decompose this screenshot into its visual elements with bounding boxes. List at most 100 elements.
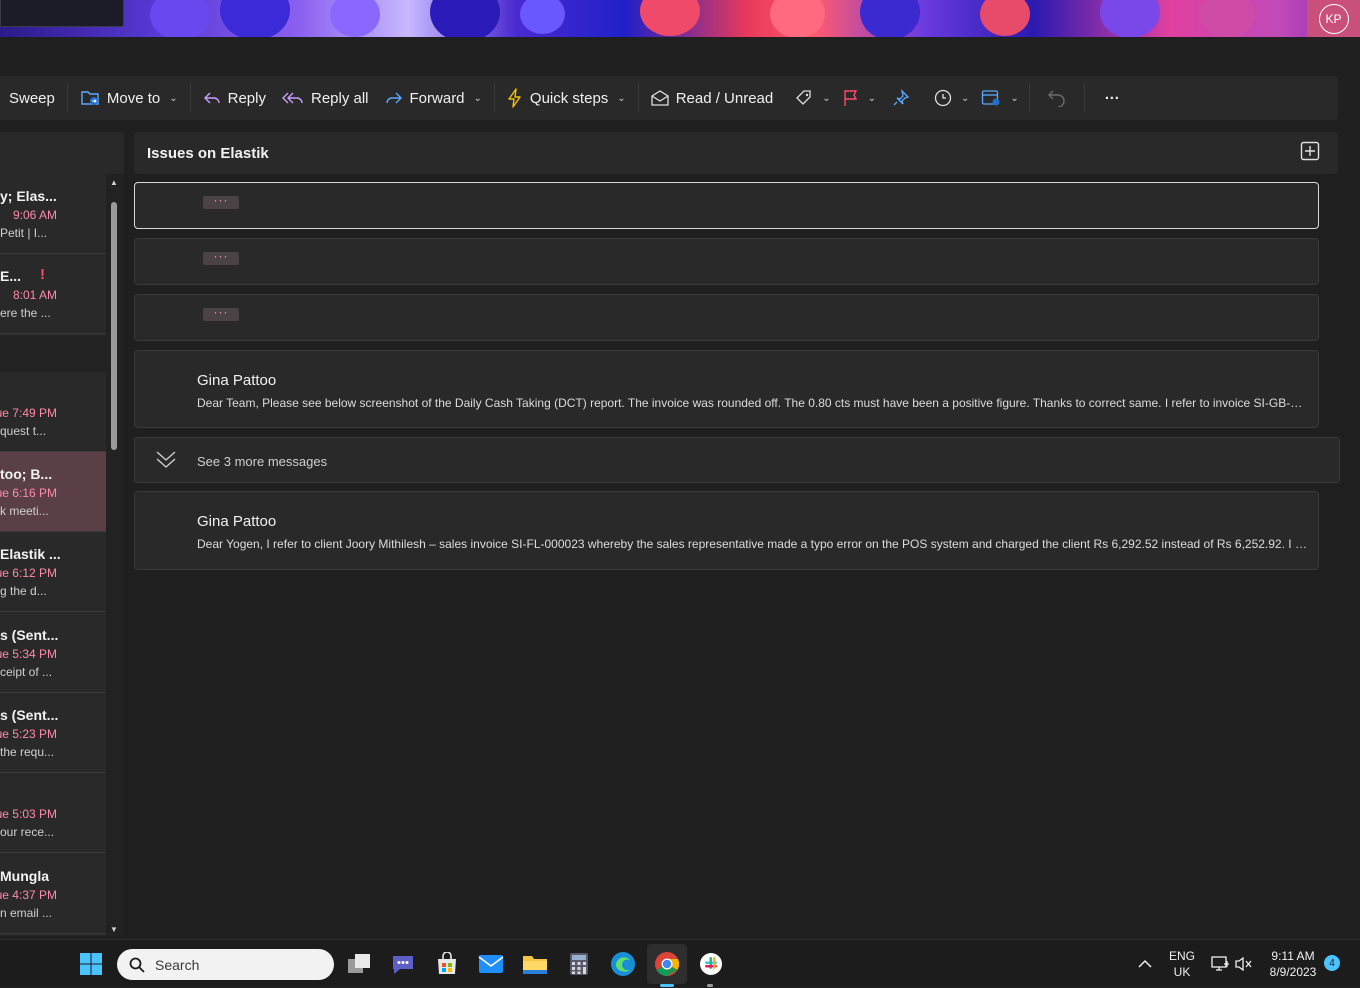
forward-button[interactable]: Forward ⌄ [377,76,490,120]
list-item[interactable]: Mungla ue 4:37 PM n email ... [0,854,106,934]
chevron-down-icon: ⌄ [867,92,877,104]
see-more-messages-button[interactable]: See 3 more messages [134,437,1340,483]
taskbar-search[interactable]: Search [117,949,334,980]
collapsed-message[interactable]: ··· [134,182,1319,229]
network-icon [1211,956,1229,971]
slack-button[interactable] [697,950,725,978]
list-item[interactable]: s (Sent... ue 5:34 PM ceipt of ... [0,613,106,693]
message-sender: Gina Pattoo [197,372,277,389]
calculator-icon [570,953,588,975]
quick-steps-button[interactable]: Quick steps ⌄ [499,76,634,120]
message-card[interactable]: Gina Pattoo Dear Yogen, I refer to clien… [134,491,1319,570]
list-item[interactable]: ue 7:49 PM quest t... [0,372,106,452]
slack-icon [700,953,722,975]
mail-time: ue 5:03 PM [0,807,57,821]
speaker-muted-icon [1235,956,1252,972]
read-unread-label: Read / Unread [675,89,774,107]
windows-logo-icon [80,953,102,975]
rules-button[interactable]: ⌄ [975,76,1024,120]
mail-sender: s (Sent... [0,707,59,723]
collapsed-message[interactable]: ··· [134,294,1319,341]
see-more-label: See 3 more messages [197,454,328,469]
collapsed-message-placeholder: ··· [203,306,239,321]
edge-browser-button[interactable] [609,950,637,978]
header-banner: KP [0,0,1360,37]
open-in-new-window-icon[interactable] [1300,141,1320,161]
chrome-browser-button[interactable] [653,950,681,978]
toolbar-divider [1083,84,1085,112]
move-to-button[interactable]: Move to ⌄ [72,76,186,120]
scroll-up-icon[interactable]: ▲ [110,178,118,187]
importance-icon: ! [40,266,45,283]
scroll-down-icon[interactable]: ▼ [110,925,118,934]
reply-all-icon [281,92,303,104]
mail-preview: k meeti... [0,504,49,518]
tag-icon [796,90,811,105]
reply-icon [203,92,220,104]
volume-button[interactable] [1230,950,1258,978]
more-options-icon: ··· [1104,89,1120,107]
chevron-down-icon: ⌄ [1010,92,1019,104]
mail-list-scrollbar[interactable]: ▲ ▼ [106,174,124,936]
chevron-down-icon: ⌄ [961,92,970,104]
account-avatar[interactable]: KP [1307,0,1360,37]
mail-time: 8:01 AM [12,288,57,302]
list-item[interactable]: s (Sent... ue 5:23 PM the requ... [0,693,106,773]
command-toolbar: Sweep Move to ⌄ Reply Reply all Forward … [0,76,1338,120]
mail-app-button[interactable] [477,950,505,978]
categorize-button[interactable]: ⌄ [781,76,836,120]
collapsed-message-placeholder: ··· [203,194,239,209]
sweep-button[interactable]: Sweep [0,76,63,120]
teams-chat-button[interactable] [389,950,417,978]
mail-sender: Mungla [0,868,49,884]
clock[interactable]: 9:11 AM 8/9/2023 [1262,940,1324,988]
reply-all-button[interactable]: Reply all [274,76,377,120]
show-hidden-icons-button[interactable] [1131,950,1159,978]
message-preview: Dear Team, Please see below screenshot o… [197,396,1307,410]
task-view-button[interactable] [345,950,373,978]
task-view-icon [348,954,370,973]
read-unread-button[interactable]: Read / Unread [643,76,782,120]
reply-button[interactable]: Reply [195,76,274,120]
snooze-button[interactable]: ⌄ [920,76,975,120]
list-item[interactable]: Elastik ... ue 6:12 PM g the d... [0,532,106,612]
scrollbar-thumb[interactable] [111,202,117,450]
calculator-button[interactable] [565,950,593,978]
mail-time: ue 4:37 PM [0,888,57,902]
store-button[interactable] [433,950,461,978]
list-item[interactable]: E... ! 8:01 AM ere the ... [0,254,106,334]
mail-time: ue 5:23 PM [0,727,57,741]
forward-label: Forward [409,89,465,107]
mail-sender: y; Elas... [0,188,57,204]
toolbar-divider [1028,84,1030,112]
mail-preview: the requ... [0,745,55,759]
envelope-open-icon [651,90,669,106]
message-preview: Dear Yogen, I refer to client Joory Mith… [197,537,1307,551]
message-card[interactable]: Gina Pattoo Dear Team, Please see below … [134,350,1319,428]
notification-badge[interactable]: 4 [1324,955,1340,971]
list-item-selected[interactable]: too; B... ue 6:16 PM k meeti... [0,452,106,532]
collapsed-message[interactable]: ··· [134,238,1319,285]
more-options-button[interactable]: ··· [1089,76,1136,120]
flag-icon [843,90,857,106]
search-icon [129,957,145,973]
toolbar-divider [66,84,68,112]
file-explorer-button[interactable] [521,950,549,978]
input-language-indicator[interactable]: ENG UK [1166,940,1198,988]
start-button[interactable] [77,950,105,978]
pin-button[interactable] [882,76,920,120]
folder-icon [523,956,547,974]
list-item[interactable]: y; Elas... 9:06 AM Petit | I... [0,174,106,254]
mail-preview: our rece... [0,825,55,839]
chat-icon [393,956,413,974]
app-switcher-area[interactable] [0,0,124,27]
flag-button[interactable]: ⌄ [837,76,882,120]
search-placeholder: Search [155,956,200,973]
conversation-subject: Issues on Elastik [147,144,269,162]
undo-button[interactable] [1034,76,1080,120]
chevron-down-icon: ⌄ [822,92,831,104]
chevron-down-icon: ⌄ [169,92,178,104]
edge-icon [611,952,635,976]
pin-icon [893,89,910,106]
list-item[interactable]: ue 5:03 PM our rece... [0,773,106,853]
